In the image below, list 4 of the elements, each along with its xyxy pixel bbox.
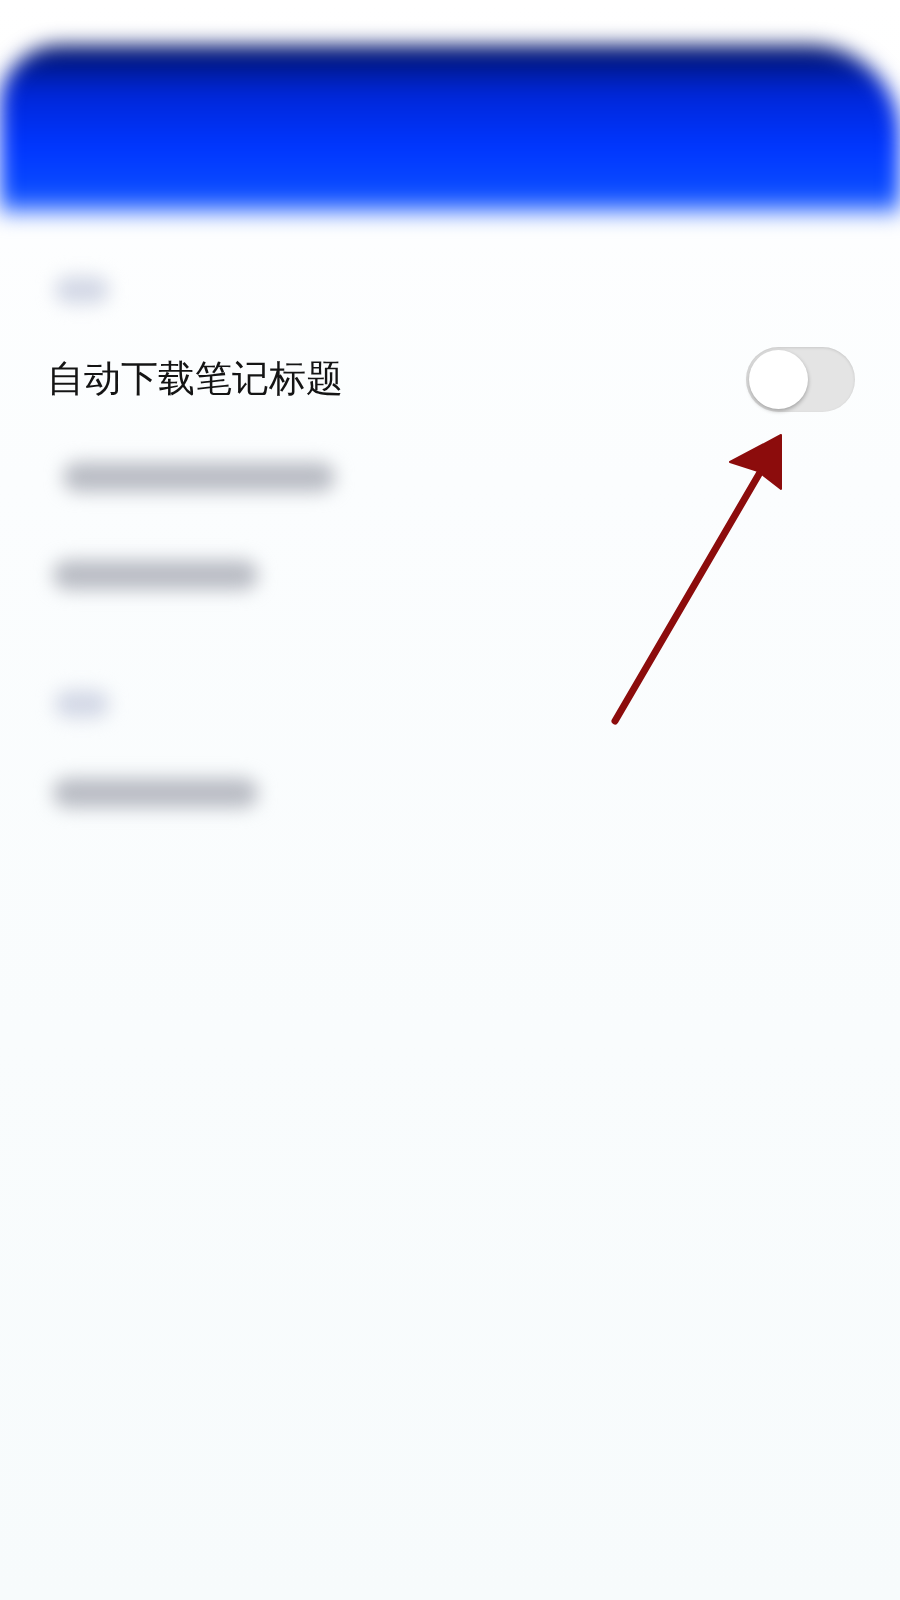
toggle-switch[interactable] xyxy=(746,346,855,412)
blurred-text xyxy=(55,690,109,718)
setting-label: 自动下载笔记标题 xyxy=(47,356,343,401)
blurred-text xyxy=(55,276,109,304)
